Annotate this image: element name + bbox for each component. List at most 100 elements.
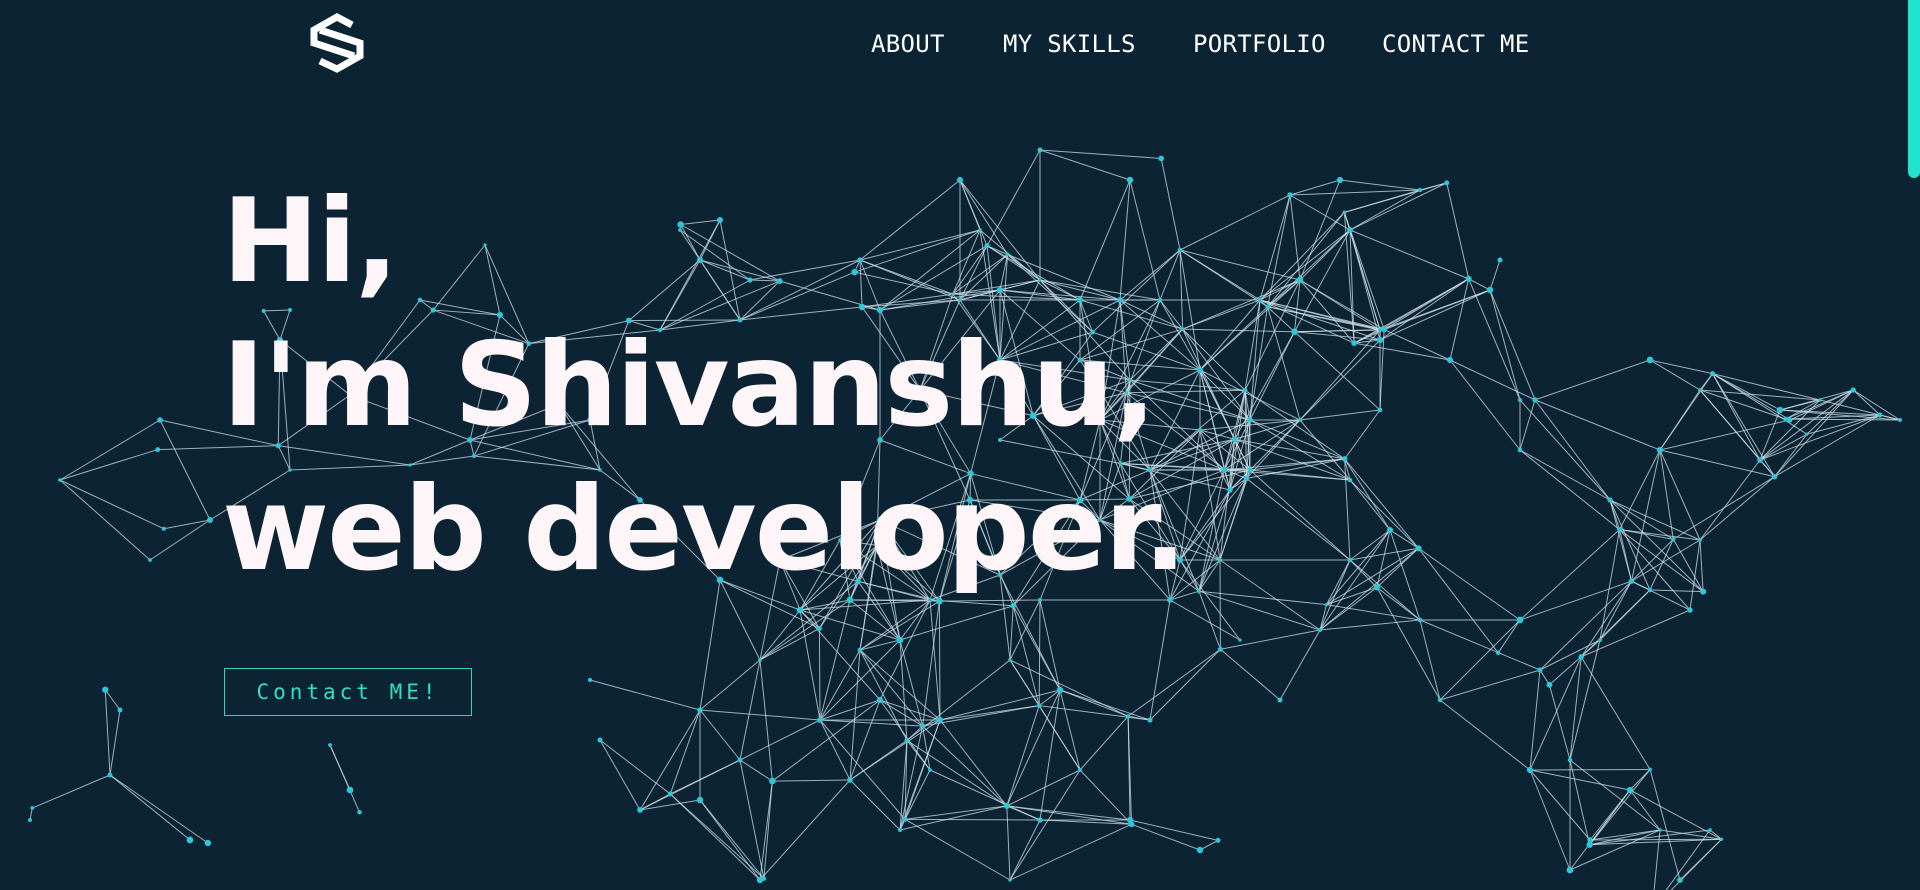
network-link bbox=[109, 709, 121, 776]
network-link bbox=[159, 419, 211, 521]
contact-me-button[interactable]: Contact ME! bbox=[224, 668, 472, 716]
network-link bbox=[1649, 769, 1681, 881]
network-link bbox=[1699, 373, 1713, 391]
network-node bbox=[1648, 767, 1652, 772]
network-node bbox=[1444, 180, 1450, 186]
network-link bbox=[1376, 587, 1441, 701]
network-link bbox=[819, 649, 861, 721]
network-link bbox=[1267, 212, 1345, 308]
network-link bbox=[1294, 329, 1385, 333]
network-node bbox=[1158, 155, 1165, 162]
network-link bbox=[59, 449, 158, 481]
network-link bbox=[1038, 599, 1041, 706]
network-node bbox=[148, 558, 152, 562]
network-link bbox=[879, 699, 923, 727]
network-node bbox=[1497, 257, 1503, 263]
network-link bbox=[818, 628, 821, 721]
network-link bbox=[1244, 279, 1301, 391]
network-node bbox=[928, 768, 932, 772]
network-node bbox=[1578, 654, 1584, 660]
network-link bbox=[1529, 769, 1571, 871]
scrollbar-thumb[interactable] bbox=[1908, 0, 1920, 178]
network-node bbox=[936, 716, 944, 724]
network-node bbox=[1417, 187, 1423, 193]
network-node bbox=[1586, 841, 1593, 848]
network-link bbox=[1659, 449, 1674, 540]
network-link bbox=[1294, 331, 1381, 411]
network-link bbox=[1279, 629, 1321, 701]
network-link bbox=[759, 609, 801, 661]
network-link bbox=[1419, 619, 1441, 701]
network-node bbox=[1078, 768, 1082, 772]
network-node bbox=[1386, 526, 1394, 534]
network-link bbox=[1182, 328, 1295, 333]
network-node bbox=[1446, 356, 1454, 364]
network-link bbox=[1199, 429, 1251, 471]
network-link bbox=[1129, 819, 1219, 841]
network-link bbox=[763, 781, 773, 879]
network-link bbox=[1699, 459, 1761, 541]
network-link bbox=[849, 699, 881, 781]
network-link bbox=[1631, 580, 1651, 591]
network-node bbox=[1037, 817, 1043, 823]
network-link bbox=[1012, 605, 1040, 706]
nav-portfolio[interactable]: PORTFOLIO bbox=[1193, 30, 1326, 58]
network-node bbox=[758, 658, 762, 662]
network-link bbox=[1699, 539, 1704, 592]
network-link bbox=[1489, 289, 1521, 401]
network-link bbox=[1299, 339, 1381, 421]
network-node bbox=[155, 447, 161, 453]
nav-about[interactable]: ABOUT bbox=[871, 30, 945, 58]
network-link bbox=[32, 774, 111, 809]
network-link bbox=[905, 818, 1041, 821]
network-node bbox=[1516, 616, 1524, 624]
network-link bbox=[1039, 599, 1061, 691]
network-link bbox=[329, 744, 360, 813]
network-link bbox=[1580, 656, 1651, 770]
network-node bbox=[1787, 417, 1793, 423]
network-link bbox=[1649, 359, 1713, 375]
network-link bbox=[1289, 194, 1351, 231]
network-node bbox=[1656, 446, 1664, 454]
network-link bbox=[1219, 469, 1251, 561]
network-node bbox=[697, 707, 703, 713]
network-node bbox=[1532, 397, 1538, 403]
network-node bbox=[58, 478, 62, 482]
network-node bbox=[1265, 304, 1270, 310]
network-node bbox=[1247, 417, 1253, 423]
network-link bbox=[1519, 449, 1620, 530]
network-node bbox=[1347, 477, 1353, 483]
network-link bbox=[939, 689, 1061, 721]
network-node bbox=[1317, 627, 1323, 633]
network-link bbox=[1609, 499, 1704, 593]
network-link bbox=[1344, 458, 1391, 531]
network-node bbox=[1215, 837, 1221, 843]
network-node bbox=[207, 517, 213, 523]
network-link bbox=[904, 769, 931, 820]
network-node bbox=[1227, 487, 1233, 493]
network-node bbox=[1607, 497, 1613, 503]
network-node bbox=[1217, 646, 1223, 652]
network-link bbox=[904, 818, 1011, 881]
network-link bbox=[1349, 229, 1355, 344]
network-link bbox=[1519, 399, 1611, 501]
network-node bbox=[1238, 638, 1242, 642]
network-node bbox=[1437, 697, 1443, 703]
network-node bbox=[919, 723, 926, 729]
network-link bbox=[939, 719, 1008, 807]
network-node bbox=[1486, 286, 1494, 294]
main-nav: ABOUT MY SKILLS PORTFOLIO CONTACT ME bbox=[0, 30, 1920, 64]
network-node bbox=[667, 791, 673, 797]
network-link bbox=[759, 781, 773, 881]
network-link bbox=[699, 799, 765, 879]
network-link bbox=[1580, 589, 1651, 658]
nav-contact-me[interactable]: CONTACT ME bbox=[1382, 30, 1530, 58]
network-link bbox=[109, 774, 209, 844]
network-node bbox=[1373, 584, 1381, 591]
network-link bbox=[1389, 529, 1419, 549]
network-node bbox=[357, 809, 362, 815]
network-node bbox=[1378, 328, 1382, 332]
network-node bbox=[1517, 397, 1523, 403]
nav-my-skills[interactable]: MY SKILLS bbox=[1003, 30, 1136, 58]
network-link bbox=[1653, 829, 1661, 890]
